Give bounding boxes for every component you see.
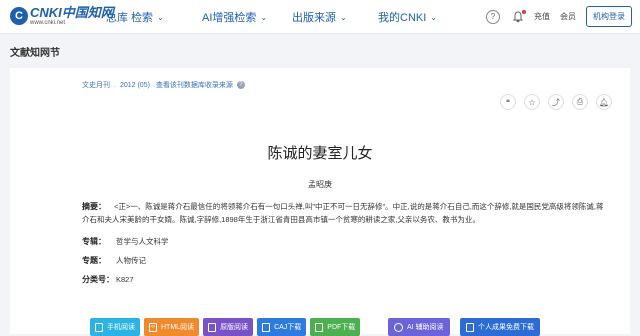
nav-item-sources[interactable]: 出版来源 ⌄ bbox=[292, 9, 347, 25]
button-label: AI 辅助阅读 bbox=[407, 324, 444, 331]
meta-label: 分类号： bbox=[82, 275, 114, 284]
meta-collection: 专辑： 哲学与人文科学 bbox=[82, 236, 169, 247]
journal-link[interactable]: 文史月刊 bbox=[82, 80, 110, 90]
favorite-star-icon[interactable]: ☆ bbox=[524, 94, 540, 110]
notification-dot bbox=[522, 9, 526, 14]
book-icon bbox=[208, 322, 217, 332]
mobile-read-button[interactable]: 手机阅读 bbox=[90, 318, 140, 336]
top-navigation-bar: C CNKI中国知网 www.cnki.net 总库 检索 ⌄ AI增强检索 ⌄ 出… bbox=[0, 0, 640, 34]
ai-icon bbox=[394, 322, 403, 332]
personal-download-button[interactable]: 个人成果免费下载 bbox=[460, 318, 540, 336]
page-title: 文献知网节 bbox=[10, 48, 60, 59]
chevron-down-icon: ⌄ bbox=[260, 12, 268, 22]
subscribe-bell-icon[interactable]: 🔔︎ bbox=[596, 94, 612, 110]
download-actions: 手机阅读 ‹› HTML阅读 原版阅读 CAJ下载 PDF下载 bbox=[90, 318, 364, 336]
meta-label: 专题： bbox=[82, 256, 106, 265]
button-label: 原版阅读 bbox=[220, 324, 249, 331]
button-label: CAJ下载 bbox=[274, 324, 302, 331]
logo-main: CNKI中国知网 bbox=[30, 5, 114, 20]
meta-value[interactable]: 哲学与人文科学 bbox=[116, 237, 169, 246]
logo-text: CNKI中国知网 www.cnki.net bbox=[30, 6, 114, 26]
logo-mark: C bbox=[10, 7, 28, 25]
recharge-link[interactable]: 充值 bbox=[534, 11, 550, 22]
print-icon[interactable]: ⎙ bbox=[572, 94, 588, 110]
abstract-label: 摘要： bbox=[82, 202, 106, 211]
article-source: 文史月刊 . 2012 (05) 查看该刊数据库收录来源 ? bbox=[82, 80, 245, 90]
article-tools: ❝ ☆ ⤴ ⎙ 🔔︎ bbox=[492, 94, 612, 110]
indexing-link[interactable]: 查看该刊数据库收录来源 bbox=[156, 80, 233, 90]
button-label: 个人成果免费下载 bbox=[478, 324, 534, 331]
article-panel: 文史月刊 . 2012 (05) 查看该刊数据库收录来源 ? ❝ ☆ ⤴ ⎙ 🔔… bbox=[10, 68, 630, 336]
caj-download-button[interactable]: CAJ下载 bbox=[257, 318, 307, 336]
chevron-down-icon: ⌄ bbox=[340, 12, 347, 22]
logo-url: www.cnki.net bbox=[30, 20, 66, 26]
button-label: HTML阅读 bbox=[161, 324, 195, 331]
quote-icon[interactable]: ❝ bbox=[500, 94, 516, 110]
nav-label: AI增强检索 bbox=[202, 12, 257, 24]
user-icon bbox=[466, 322, 474, 332]
nav-label: 我的CNKI bbox=[378, 12, 427, 24]
nav-item-search[interactable]: 总库 检索 ⌄ bbox=[106, 9, 164, 25]
cnki-logo[interactable]: C CNKI中国知网 www.cnki.net bbox=[10, 5, 114, 27]
meta-classification: 分类号： K827 bbox=[82, 274, 134, 285]
notification-bell-icon[interactable] bbox=[512, 9, 526, 23]
ai-assisted-reading-button[interactable]: AI 辅助阅读 bbox=[388, 318, 450, 336]
download-icon bbox=[262, 322, 271, 332]
issue-link[interactable]: 2012 (05) bbox=[120, 82, 150, 89]
abstract-text: <正>一、陈诚是蒋介石最信任的将领蒋介石有一句口头禅,叫"中正不可一日无辞修"。… bbox=[82, 202, 604, 224]
nav-item-my-cnki[interactable]: 我的CNKI ⌄ bbox=[378, 9, 437, 25]
separator: . bbox=[114, 81, 116, 89]
pdf-icon bbox=[315, 322, 324, 332]
original-read-button[interactable]: 原版阅读 bbox=[203, 318, 254, 336]
button-label: 手机阅读 bbox=[107, 324, 135, 331]
nav-label: 出版来源 bbox=[292, 12, 336, 24]
meta-value[interactable]: 人物传记 bbox=[116, 256, 146, 265]
share-icon[interactable]: ⤴ bbox=[548, 94, 564, 110]
html-read-button[interactable]: ‹› HTML阅读 bbox=[144, 318, 200, 336]
help-icon[interactable]: ? bbox=[486, 9, 500, 24]
meta-label: 专辑： bbox=[82, 237, 106, 246]
code-icon: ‹› bbox=[149, 322, 157, 332]
chevron-down-icon: ⌄ bbox=[430, 12, 437, 22]
chevron-down-icon: ⌄ bbox=[157, 12, 164, 22]
org-login-button[interactable]: 机构登录 bbox=[586, 6, 632, 27]
meta-value: K827 bbox=[116, 275, 134, 284]
nav-label: 总库 检索 bbox=[106, 12, 154, 24]
nav-item-ai-search[interactable]: AI增强检索 ⌄ bbox=[202, 9, 267, 25]
abstract: 摘要： <正>一、陈诚是蒋介石最信任的将领蒋介石有一句口头禅,叫"中正不可一日无辞… bbox=[82, 200, 610, 226]
article-title: 陈诚的妻室儿女 bbox=[267, 145, 373, 162]
top-right-tools: ? 充值 会员 机构登录 bbox=[486, 6, 632, 27]
help-icon[interactable]: ? bbox=[236, 81, 245, 89]
article-author[interactable]: 孟昭庚 bbox=[10, 179, 630, 190]
meta-topic: 专题： 人物传记 bbox=[82, 255, 146, 266]
member-link[interactable]: 会员 bbox=[560, 11, 576, 22]
pdf-download-button[interactable]: PDF下载 bbox=[310, 318, 361, 336]
button-label: PDF下载 bbox=[327, 324, 356, 331]
phone-icon bbox=[95, 322, 103, 332]
